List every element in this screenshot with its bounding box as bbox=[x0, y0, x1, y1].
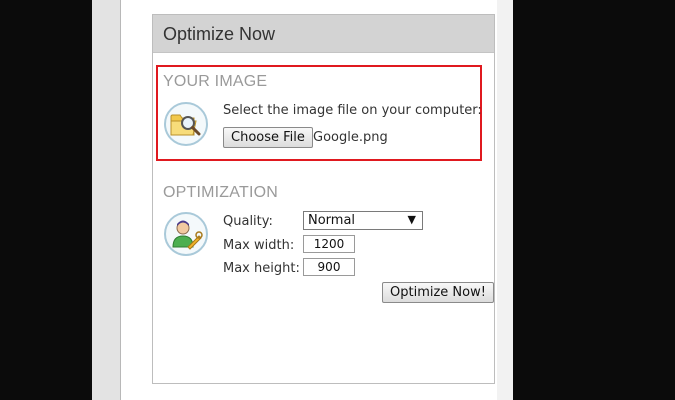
optimize-now-button[interactable]: Optimize Now! bbox=[382, 282, 494, 303]
max-height-label: Max height: bbox=[223, 261, 300, 276]
folder-search-icon bbox=[164, 102, 208, 146]
left-rail bbox=[92, 0, 121, 400]
optimize-panel: Optimize Now YOUR IMAGE Select the image… bbox=[152, 14, 495, 384]
user-settings-icon bbox=[164, 212, 208, 256]
max-width-label: Max width: bbox=[223, 238, 295, 253]
quality-select[interactable]: Normal ▼ bbox=[303, 211, 423, 230]
panel-title: Optimize Now bbox=[153, 15, 494, 53]
quality-label: Quality: bbox=[223, 214, 273, 229]
image-instruction: Select the image file on your computer: bbox=[223, 103, 482, 118]
your-image-title: YOUR IMAGE bbox=[163, 73, 268, 90]
page: Optimize Now YOUR IMAGE Select the image… bbox=[92, 0, 513, 400]
quality-selected-value: Normal bbox=[308, 213, 356, 228]
selected-file-name: Google.png bbox=[313, 130, 388, 145]
right-strip bbox=[497, 0, 513, 400]
optimization-title: OPTIMIZATION bbox=[163, 184, 278, 201]
dropdown-arrow-icon: ▼ bbox=[407, 213, 416, 226]
max-height-input[interactable] bbox=[303, 258, 355, 276]
max-width-input[interactable] bbox=[303, 235, 355, 253]
choose-file-button[interactable]: Choose File bbox=[223, 127, 313, 148]
